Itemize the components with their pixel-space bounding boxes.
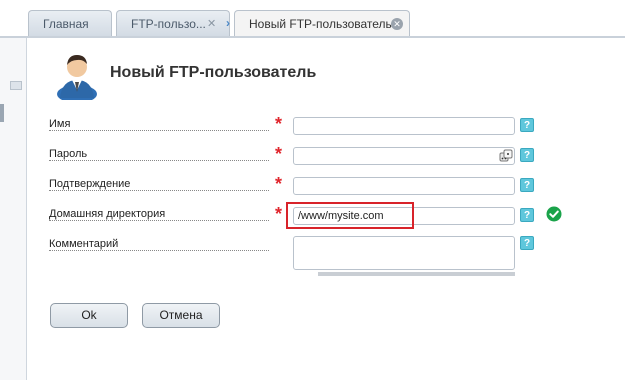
collapse-toggle[interactable] <box>10 81 22 90</box>
required-marker: * <box>275 174 283 194</box>
name-field[interactable] <box>293 117 515 135</box>
close-icon[interactable]: ✕ <box>207 11 216 37</box>
help-icon[interactable]: ? <box>520 118 534 132</box>
check-circle-icon <box>546 206 562 222</box>
confirm-label: Подтверждение <box>49 178 269 194</box>
comment-field[interactable] <box>293 236 515 270</box>
help-icon[interactable]: ? <box>520 178 534 192</box>
confirm-password-field[interactable] <box>293 177 515 195</box>
tab-bar: Главная FTP-пользо... ✕ › Новый FTP-поль… <box>0 0 625 37</box>
scroll-marker[interactable] <box>0 104 4 122</box>
page-title: Новый FTP-пользователь <box>110 64 317 81</box>
home-dir-label: Домашняя директория <box>49 208 269 224</box>
tab-home[interactable]: Главная <box>28 10 112 36</box>
password-field[interactable] <box>293 147 515 165</box>
tab-new-ftp-user-label: Новый FTP-пользователь <box>249 17 392 31</box>
password-label: Пароль <box>49 148 269 164</box>
help-icon[interactable]: ? <box>520 148 534 162</box>
required-marker: * <box>275 114 283 134</box>
tab-ftp-users[interactable]: FTP-пользо... ✕ <box>116 10 230 36</box>
tab-new-ftp-user[interactable]: Новый FTP-пользователь ✕ <box>234 10 410 37</box>
ok-button[interactable]: Ok <box>50 303 128 328</box>
tab-strip-divider <box>0 36 625 38</box>
highlight-box <box>286 202 414 229</box>
user-avatar-icon <box>57 55 97 100</box>
tab-home-label: Главная <box>43 17 89 31</box>
help-icon[interactable]: ? <box>520 208 534 222</box>
close-circle-icon[interactable]: ✕ <box>391 18 403 30</box>
name-label: Имя <box>49 118 269 134</box>
help-icon[interactable]: ? <box>520 236 534 250</box>
cancel-button[interactable]: Отмена <box>142 303 220 328</box>
resize-handle[interactable] <box>318 272 515 276</box>
side-gutter <box>0 38 27 380</box>
required-marker: * <box>275 204 283 224</box>
dice-icon[interactable] <box>499 149 513 163</box>
comment-label: Комментарий <box>49 238 269 254</box>
chevron-right-icon: › <box>226 16 230 30</box>
tab-ftp-users-label: FTP-пользо... <box>131 17 206 31</box>
required-marker: * <box>275 144 283 164</box>
